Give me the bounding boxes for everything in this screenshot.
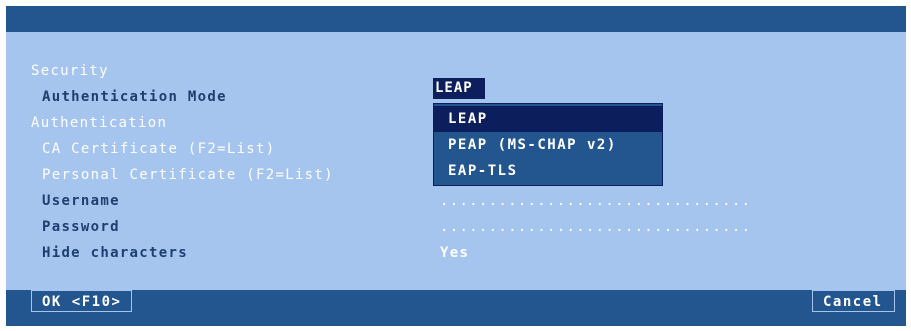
- dropdown-option-peap[interactable]: PEAP (MS-CHAP v2): [434, 132, 662, 158]
- ca-certificate-label: CA Certificate (F2=List): [42, 141, 276, 157]
- cancel-button[interactable]: Cancel: [812, 290, 895, 312]
- username-label: Username: [42, 193, 120, 209]
- password-label: Password: [42, 219, 120, 235]
- dropdown-option-eap-tls[interactable]: EAP-TLS: [434, 158, 662, 184]
- password-field[interactable]: ................................: [440, 218, 820, 236]
- hide-characters-label: Hide characters: [42, 245, 188, 261]
- personal-certificate-label: Personal Certificate (F2=List): [42, 167, 334, 183]
- auth-mode-field[interactable]: LEAP: [433, 78, 485, 99]
- username-field[interactable]: ................................: [440, 192, 820, 210]
- dropdown-option-leap[interactable]: LEAP: [434, 106, 662, 132]
- title-bar: [6, 6, 906, 32]
- hide-characters-value[interactable]: Yes: [440, 244, 469, 262]
- section-security: Security: [31, 63, 109, 79]
- button-bar: [6, 290, 906, 326]
- ok-button[interactable]: OK <F10>: [31, 290, 133, 312]
- section-authentication: Authentication: [31, 115, 168, 131]
- auth-mode-dropdown: LEAP PEAP (MS-CHAP v2) EAP-TLS: [433, 103, 663, 186]
- auth-mode-label: Authentication Mode: [42, 89, 227, 105]
